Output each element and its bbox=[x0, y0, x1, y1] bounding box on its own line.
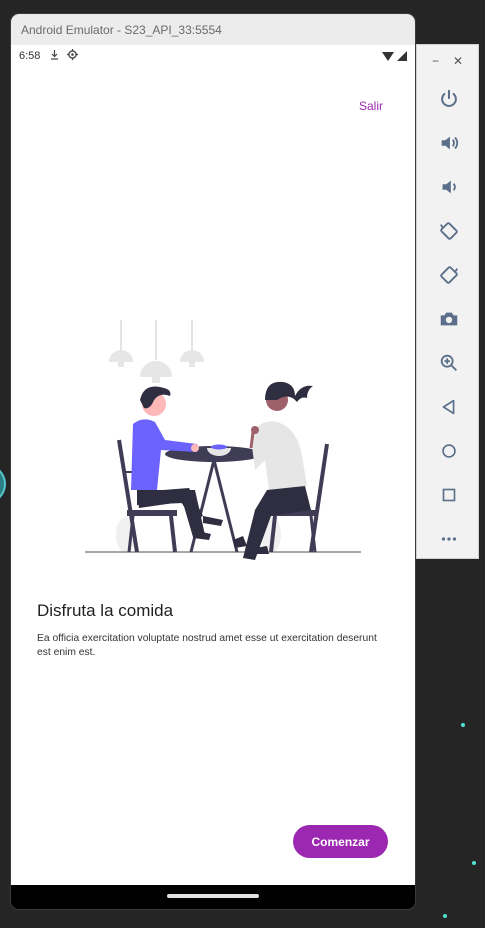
screenshot-button[interactable] bbox=[417, 297, 480, 341]
rotate-right-button[interactable] bbox=[417, 253, 480, 297]
emulator-toolbar: − ✕ bbox=[416, 44, 479, 559]
rotate-left-icon bbox=[439, 222, 458, 240]
volume-up-icon bbox=[441, 136, 458, 150]
overview-button[interactable] bbox=[417, 473, 480, 517]
home-gesture-handle[interactable] bbox=[167, 894, 259, 898]
power-icon bbox=[440, 89, 457, 107]
device-screen[interactable]: 6:58 Salir Disfruta la comida Ea officia… bbox=[11, 45, 415, 885]
skip-button[interactable]: Salir bbox=[359, 99, 383, 113]
status-indicators bbox=[382, 51, 407, 61]
wifi-icon bbox=[382, 51, 394, 61]
back-icon bbox=[442, 399, 454, 415]
desktop-dot bbox=[461, 723, 465, 727]
settings-status-icon bbox=[67, 49, 79, 63]
home-button[interactable] bbox=[417, 429, 480, 473]
volume-up-button[interactable] bbox=[417, 121, 480, 165]
onboarding-title: Disfruta la comida bbox=[37, 601, 174, 620]
minimize-button[interactable]: − bbox=[432, 54, 439, 68]
volume-down-button[interactable] bbox=[417, 165, 480, 209]
power-button[interactable] bbox=[417, 77, 480, 121]
zoom-button[interactable] bbox=[417, 341, 480, 385]
onboarding-description: Ea officia exercitation voluptate nostru… bbox=[37, 633, 377, 658]
emulator-title-bar[interactable]: Android Emulator - S23_API_33:5554 bbox=[11, 14, 415, 45]
rotate-left-button[interactable] bbox=[417, 209, 480, 253]
status-bar: 6:58 bbox=[11, 45, 415, 67]
status-time: 6:58 bbox=[19, 50, 41, 62]
desktop-dot bbox=[472, 861, 476, 865]
emulator-window: Android Emulator - S23_API_33:5554 6:58 … bbox=[11, 14, 415, 909]
desktop-dot bbox=[443, 914, 447, 918]
download-status-icon bbox=[50, 49, 59, 63]
zoom-icon bbox=[440, 354, 457, 371]
volume-down-icon bbox=[442, 180, 456, 194]
camera-icon bbox=[440, 312, 457, 326]
desktop-icon-partial bbox=[0, 464, 6, 504]
toolbar-window-controls: − ✕ bbox=[417, 45, 478, 77]
more-icon bbox=[441, 537, 456, 541]
dining-illustration bbox=[85, 320, 361, 560]
window-title: Android Emulator - S23_API_33:5554 bbox=[21, 22, 222, 37]
rotate-right-icon bbox=[439, 266, 458, 284]
overview-icon bbox=[442, 488, 455, 502]
back-button[interactable] bbox=[417, 385, 480, 429]
signal-icon bbox=[397, 51, 407, 61]
close-button[interactable]: ✕ bbox=[453, 54, 463, 68]
gesture-nav-bar bbox=[11, 885, 415, 909]
more-button[interactable] bbox=[417, 517, 480, 561]
start-button[interactable]: Comenzar bbox=[293, 825, 388, 858]
home-icon bbox=[441, 444, 456, 458]
